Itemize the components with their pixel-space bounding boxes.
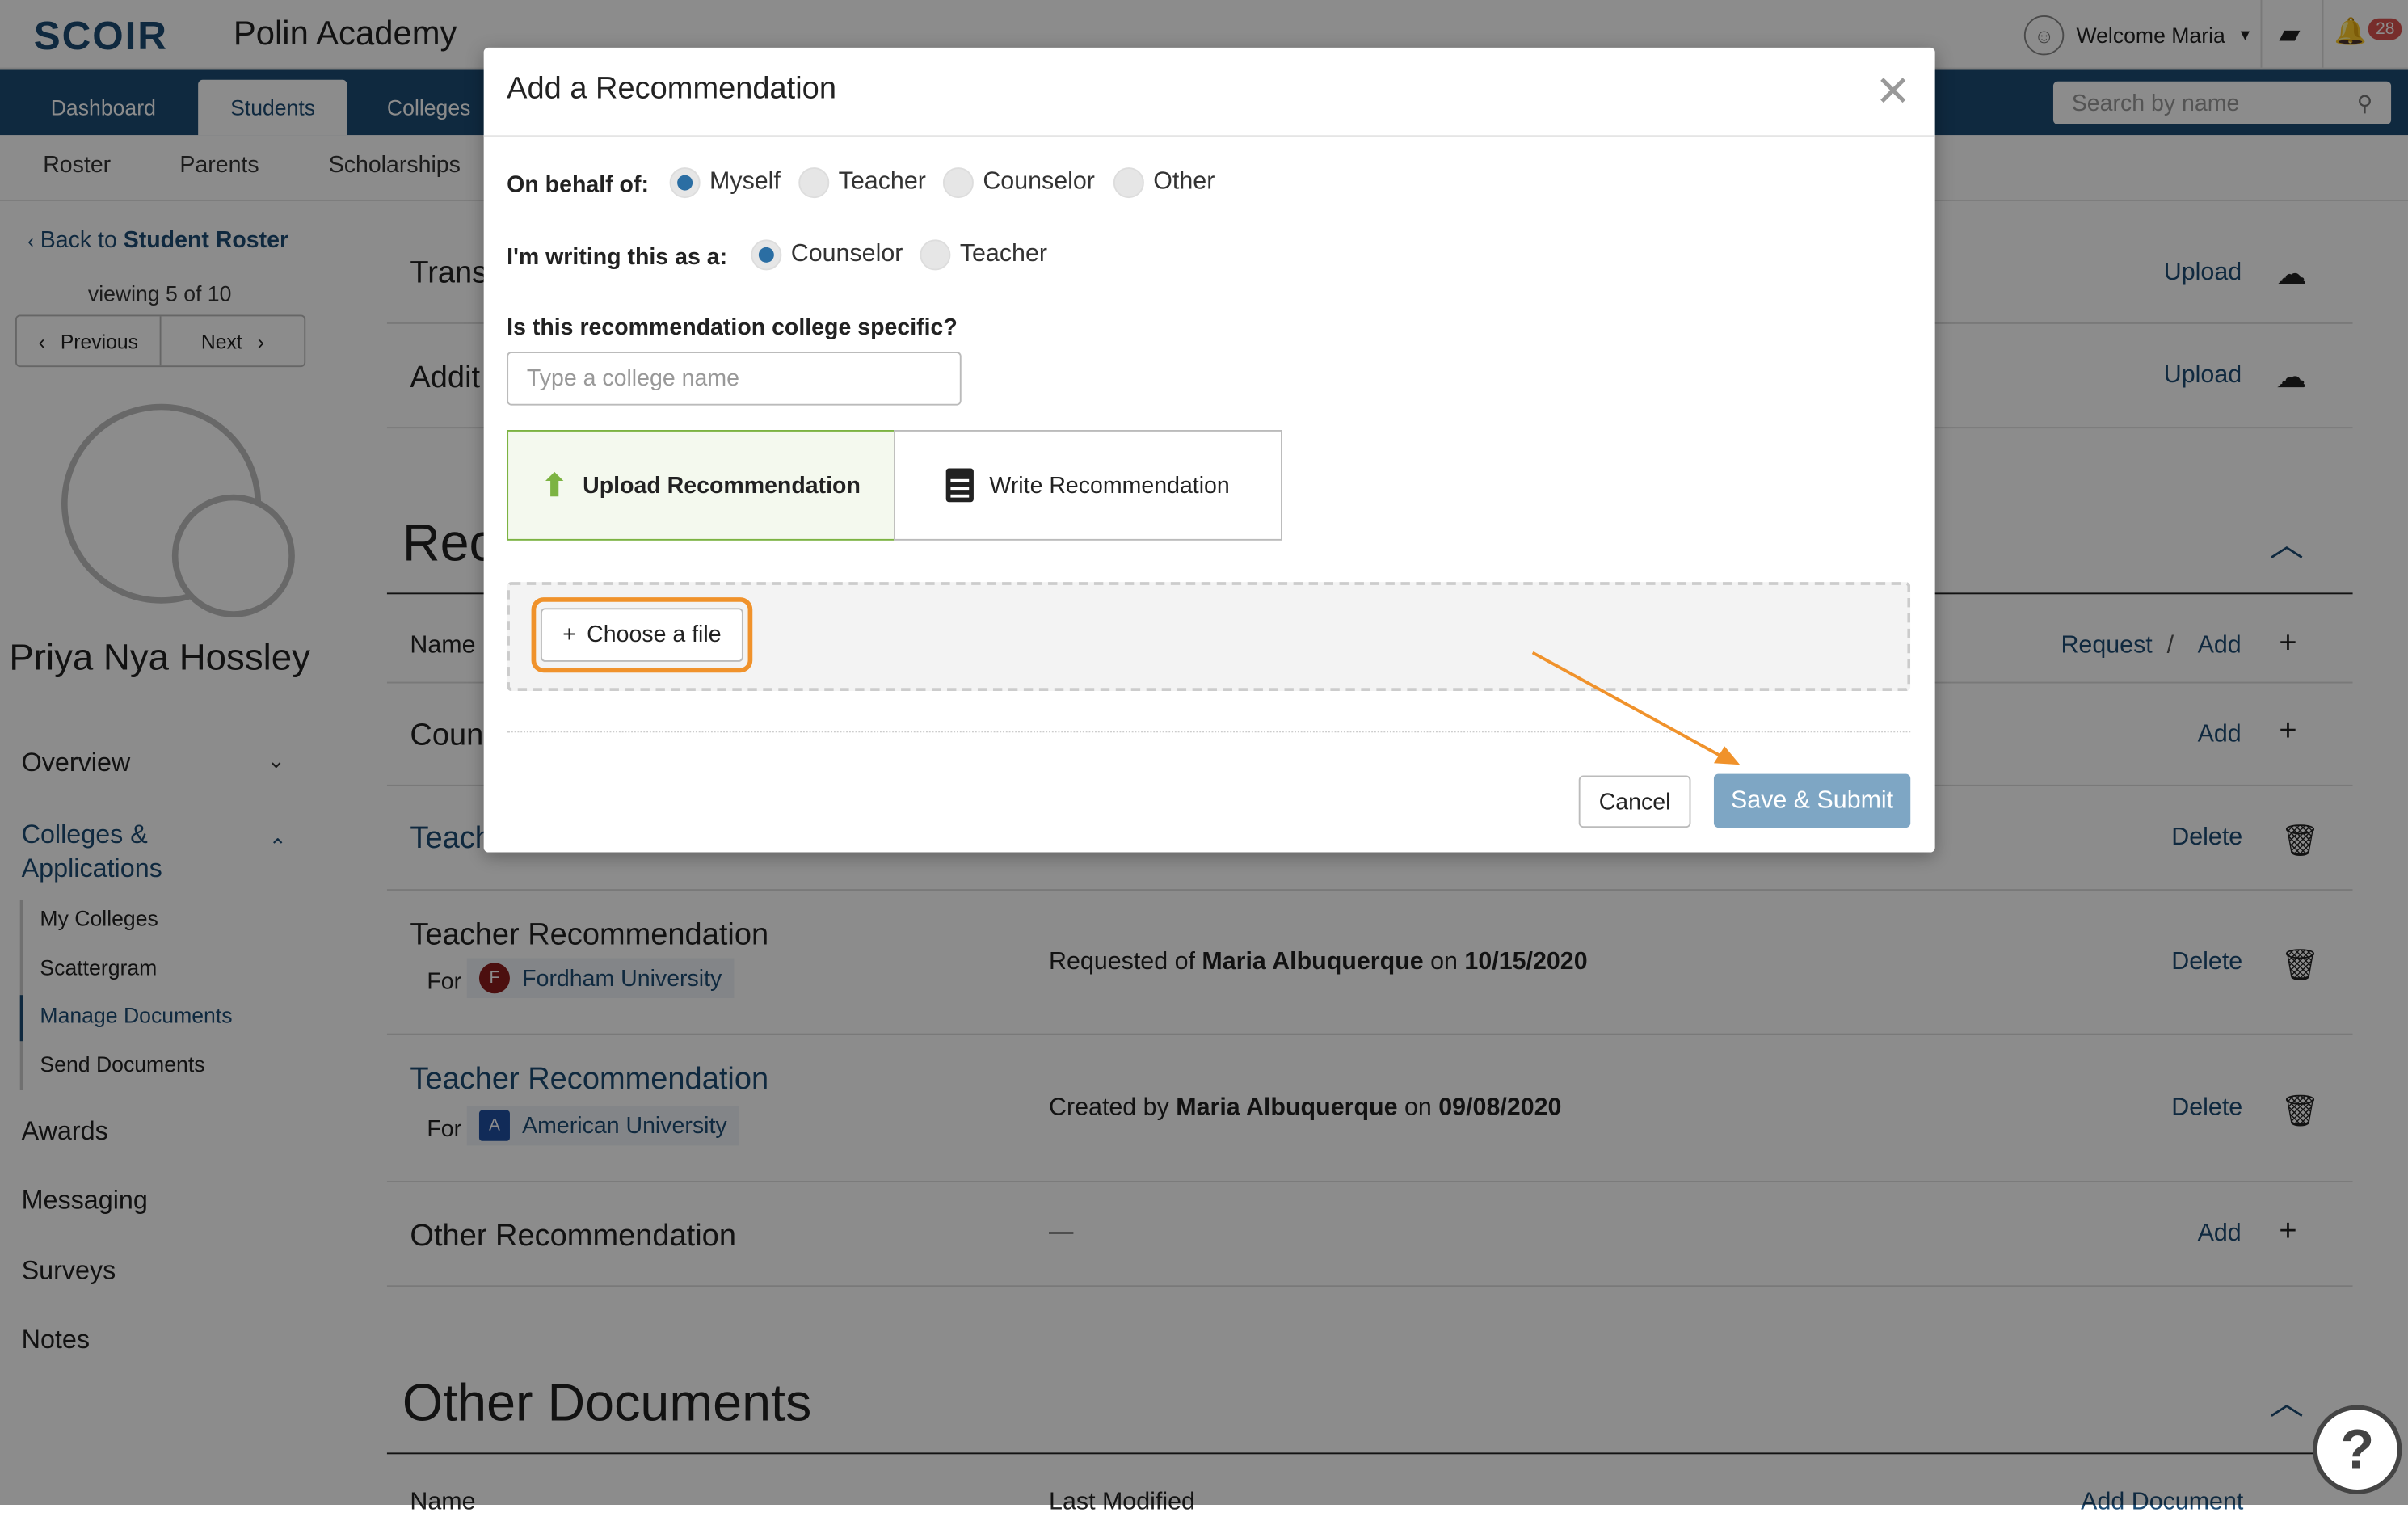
radio-label: Myself (709, 169, 781, 196)
radio-behalf-myself[interactable]: Myself (669, 167, 781, 199)
radio-behalf-teacher[interactable]: Teacher (798, 167, 926, 199)
write-recommendation-tab[interactable]: Write Recommendation (894, 430, 1282, 541)
upload-tab-label: Upload Recommendation (583, 472, 861, 499)
college-name-input[interactable] (507, 352, 962, 406)
help-question-icon[interactable]: ? (2313, 1405, 2402, 1494)
choose-file-button[interactable]: + Choose a file (540, 608, 743, 662)
clipboard-icon (946, 468, 975, 503)
add-recommendation-modal: Add a Recommendation ✕ On behalf of: Mys… (483, 47, 1935, 853)
annotation-arrow (1531, 651, 1741, 765)
radio-behalf-other[interactable]: Other (1113, 167, 1215, 199)
on-behalf-label: On behalf of: (507, 171, 649, 199)
radio-label: Counselor (983, 169, 1095, 196)
radio-selected-icon (669, 167, 701, 199)
radio-icon (1113, 167, 1144, 199)
radio-behalf-counselor[interactable]: Counselor (942, 167, 1095, 199)
upload-recommendation-tab[interactable]: ⬆ Upload Recommendation (507, 430, 895, 541)
radio-selected-icon (751, 239, 782, 271)
write-tab-label: Write Recommendation (989, 472, 1230, 499)
modal-header: Add a Recommendation ✕ (483, 48, 1935, 137)
annotation-arrow-line (1531, 651, 1721, 757)
radio-label: Other (1153, 169, 1215, 196)
radio-label: Teacher (838, 169, 926, 196)
close-icon[interactable]: ✕ (1875, 66, 1912, 117)
college-specific-label: Is this recommendation college specific? (507, 314, 958, 341)
plus-icon: + (562, 622, 576, 648)
radio-writing-counselor[interactable]: Counselor (751, 239, 903, 271)
upload-arrow-icon: ⬆ (541, 469, 568, 504)
radio-icon (942, 167, 974, 199)
radio-label: Counselor (790, 241, 903, 268)
radio-icon (920, 239, 951, 271)
modal-title: Add a Recommendation (507, 72, 836, 107)
writing-as-label: I'm writing this as a: (507, 244, 728, 271)
radio-label: Teacher (959, 241, 1047, 268)
radio-writing-teacher[interactable]: Teacher (920, 239, 1047, 271)
choose-file-label: Choose a file (587, 622, 722, 648)
radio-icon (798, 167, 830, 199)
